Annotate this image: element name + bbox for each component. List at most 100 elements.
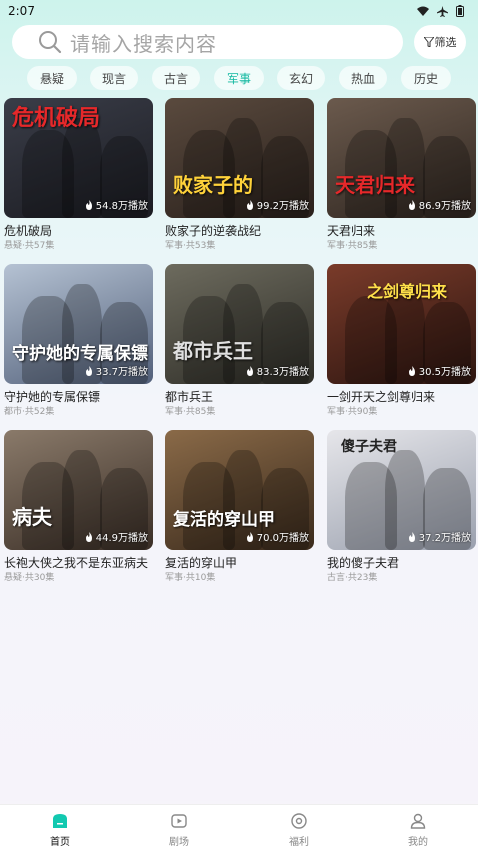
nav-welfare[interactable]: 福利	[269, 812, 329, 848]
status-bar: 2:07	[0, 0, 478, 22]
welfare-icon	[291, 813, 307, 829]
drama-title: 都市兵王	[165, 390, 214, 404]
drama-meta: 军事·共90集	[327, 407, 378, 417]
fire-icon	[85, 531, 92, 542]
poster-title-art: 之剑尊归来	[367, 282, 448, 301]
play-count: 83.3万播放	[246, 363, 309, 378]
drama-card[interactable]: 守护她的专属保镖 33.7万播放 守护她的专属保镖 都市·共52集	[4, 264, 153, 418]
home-icon	[53, 814, 67, 828]
play-count-text: 83.3万播放	[256, 367, 309, 378]
play-count-text: 86.9万播放	[418, 201, 471, 212]
drama-meta: 军事·共10集	[165, 573, 216, 583]
tab-modern-romance[interactable]: 现言	[90, 66, 138, 90]
poster-title-art: 危机破局	[12, 105, 101, 131]
filter-label: 筛选	[434, 36, 457, 49]
nav-profile[interactable]: 我的	[388, 812, 448, 848]
tab-action[interactable]: 热血	[339, 66, 387, 90]
poster-title-art: 傻子夫君	[341, 439, 397, 455]
tab-label: 热血	[350, 71, 375, 86]
play-count-text: 30.5万播放	[418, 367, 471, 378]
tab-label: 玄幻	[288, 71, 313, 86]
poster-title-art: 败家子的	[173, 173, 253, 197]
nav-label: 我的	[408, 837, 428, 848]
drama-card[interactable]: 都市兵王 83.3万播放 都市兵王 军事·共85集	[165, 264, 314, 418]
drama-card[interactable]: 危机破局 54.8万播放 危机破局 悬疑·共57集	[4, 98, 153, 252]
poster-image: 守护她的专属保镖 33.7万播放	[4, 264, 153, 384]
tab-military[interactable]: 军事	[214, 66, 264, 90]
bottom-nav: 首页 剧场 福利 我的	[0, 804, 478, 850]
play-count-text: 44.9万播放	[95, 533, 148, 544]
category-tabs: 悬疑 现言 古言 军事 玄幻 热血 历史	[0, 66, 478, 90]
poster-title-art: 都市兵王	[173, 339, 253, 363]
tab-label: 军事	[226, 71, 251, 86]
status-icons	[417, 5, 464, 17]
poster-title-art: 病夫	[12, 505, 52, 529]
drama-title: 危机破局	[4, 224, 53, 238]
fire-icon	[246, 531, 253, 542]
nav-home[interactable]: 首页	[30, 812, 90, 848]
drama-title: 败家子的逆袭战纪	[165, 224, 262, 238]
filter-icon	[423, 37, 434, 47]
drama-meta: 悬疑·共30集	[4, 573, 55, 583]
tab-ancient-romance[interactable]: 古言	[152, 66, 200, 90]
play-count: 30.5万播放	[408, 363, 471, 378]
fire-icon	[85, 199, 92, 210]
fire-icon	[246, 365, 253, 376]
drama-card[interactable]: 天君归来 86.9万播放 天君归来 军事·共85集	[327, 98, 476, 252]
fire-icon	[408, 531, 415, 542]
battery-icon	[456, 5, 464, 17]
nav-theater[interactable]: 剧场	[149, 812, 209, 848]
drama-card[interactable]: 之剑尊归来 30.5万播放一剑开天之剑尊归来军事·共90集	[327, 264, 476, 418]
status-time: 2:07	[8, 4, 35, 18]
poster-title-art: 复活的穿山甲	[173, 510, 275, 530]
tab-history[interactable]: 历史	[401, 66, 451, 90]
play-count-text: 70.0万播放	[256, 533, 309, 544]
poster-title-art: 守护她的专属保镖	[12, 344, 148, 364]
play-count: 86.9万播放	[408, 197, 471, 212]
poster-image: 天君归来 86.9万播放	[327, 98, 476, 218]
nav-label: 剧场	[169, 837, 189, 848]
tab-fantasy[interactable]: 玄幻	[277, 66, 325, 90]
play-count-text: 33.7万播放	[95, 367, 148, 378]
play-count: 54.8万播放	[85, 197, 148, 212]
wifi-icon	[417, 6, 429, 16]
filter-button[interactable]: 筛选	[414, 25, 466, 59]
drama-title: 长袍大侠之我不是东亚病夫	[4, 556, 149, 570]
play-count: 70.0万播放	[246, 529, 309, 544]
poster-image: 复活的穿山甲 70.0万播放	[165, 430, 314, 550]
play-count: 37.2万播放	[408, 529, 471, 544]
poster-image: 傻子夫君 37.2万播放	[327, 430, 476, 550]
fire-icon	[408, 365, 415, 376]
poster-image: 败家子的 99.2万播放	[165, 98, 314, 218]
drama-card[interactable]: 败家子的 99.2万播放败家子的逆袭战纪军事·共53集	[165, 98, 314, 252]
profile-icon	[410, 813, 426, 829]
drama-title: 复活的穿山甲	[165, 556, 238, 570]
tab-label: 现言	[101, 71, 126, 86]
airplane-icon	[437, 5, 448, 17]
play-count-text: 37.2万播放	[418, 533, 471, 544]
drama-meta: 军事·共53集	[165, 241, 216, 251]
drama-title: 一剑开天之剑尊归来	[327, 390, 436, 404]
drama-card[interactable]: 复活的穿山甲 70.0万播放 复活的穿山甲 军事·共10集	[165, 430, 314, 584]
theater-icon	[171, 814, 187, 828]
tab-suspense[interactable]: 悬疑	[27, 66, 77, 90]
tab-label: 历史	[413, 71, 438, 86]
drama-meta: 军事·共85集	[165, 407, 216, 417]
fire-icon	[246, 199, 253, 210]
play-count: 44.9万播放	[85, 529, 148, 544]
drama-card[interactable]: 傻子夫君 37.2万播放 我的傻子夫君 古言·共23集	[327, 430, 476, 584]
play-count-text: 99.2万播放	[256, 201, 309, 212]
poster-image: 病夫 44.9万播放	[4, 430, 153, 550]
drama-title: 天君归来	[327, 224, 376, 238]
drama-title: 守护她的专属保镖	[4, 390, 101, 404]
poster-image: 危机破局 54.8万播放	[4, 98, 153, 218]
play-count-text: 54.8万播放	[95, 201, 148, 212]
poster-image: 都市兵王 83.3万播放	[165, 264, 314, 384]
search-input[interactable]: 请输入搜索内容	[12, 25, 403, 59]
play-count: 99.2万播放	[246, 197, 309, 212]
search-icon	[39, 31, 62, 54]
play-count: 33.7万播放	[85, 363, 148, 378]
drama-card[interactable]: 病夫 44.9万播放长袍大侠之我不是东亚病夫悬疑·共30集	[4, 430, 153, 584]
poster-title-art: 天君归来	[335, 173, 415, 197]
tab-label: 悬疑	[39, 71, 64, 86]
